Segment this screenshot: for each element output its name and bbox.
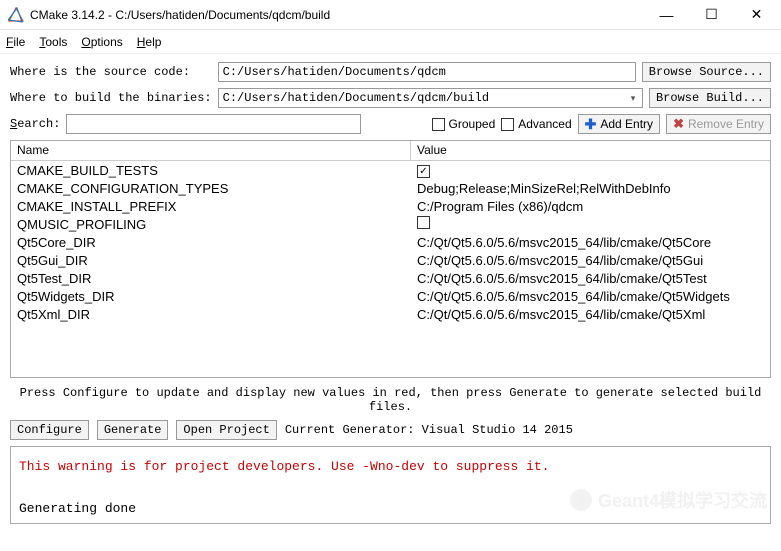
open-project-button[interactable]: Open Project bbox=[176, 420, 276, 440]
cache-name: CMAKE_BUILD_TESTS bbox=[11, 163, 411, 178]
cache-row[interactable]: Qt5Xml_DIRC:/Qt/Qt5.6.0/5.6/msvc2015_64/… bbox=[11, 305, 770, 323]
cache-name: Qt5Widgets_DIR bbox=[11, 289, 411, 304]
close-button[interactable]: ✕ bbox=[734, 0, 779, 29]
current-generator-text: Current Generator: Visual Studio 14 2015 bbox=[285, 423, 573, 437]
browse-build-button[interactable]: Browse Build... bbox=[649, 88, 771, 108]
log-done-line: Generating done bbox=[19, 499, 762, 520]
plus-icon: ✚ bbox=[585, 116, 597, 133]
menu-options[interactable]: Options bbox=[81, 35, 122, 49]
cache-value[interactable]: Debug;Release;MinSizeRel;RelWithDebInfo bbox=[411, 181, 770, 196]
remove-entry-button[interactable]: ✖Remove Entry bbox=[666, 114, 771, 134]
cache-row[interactable]: Qt5Gui_DIRC:/Qt/Qt5.6.0/5.6/msvc2015_64/… bbox=[11, 251, 770, 269]
cache-row[interactable]: CMAKE_INSTALL_PREFIXC:/Program Files (x8… bbox=[11, 197, 770, 215]
cache-value[interactable]: C:/Qt/Qt5.6.0/5.6/msvc2015_64/lib/cmake/… bbox=[411, 253, 770, 268]
hint-text: Press Configure to update and display ne… bbox=[10, 382, 771, 420]
menu-tools[interactable]: Tools bbox=[39, 35, 67, 49]
cache-value[interactable]: C:/Qt/Qt5.6.0/5.6/msvc2015_64/lib/cmake/… bbox=[411, 289, 770, 304]
grouped-checkbox[interactable]: Grouped bbox=[432, 117, 496, 131]
cache-value[interactable]: ✓ bbox=[411, 162, 770, 179]
cache-list: Name Value CMAKE_BUILD_TESTS✓CMAKE_CONFI… bbox=[10, 140, 771, 378]
cache-row[interactable]: Qt5Widgets_DIRC:/Qt/Qt5.6.0/5.6/msvc2015… bbox=[11, 287, 770, 305]
chevron-down-icon[interactable]: ▾ bbox=[625, 90, 641, 106]
app-icon bbox=[8, 7, 24, 23]
configure-button[interactable]: Configure bbox=[10, 420, 89, 440]
cache-name: Qt5Xml_DIR bbox=[11, 307, 411, 322]
cache-row[interactable]: Qt5Test_DIRC:/Qt/Qt5.6.0/5.6/msvc2015_64… bbox=[11, 269, 770, 287]
add-entry-button[interactable]: ✚Add Entry bbox=[578, 114, 660, 134]
source-input[interactable] bbox=[218, 62, 636, 82]
cache-row[interactable]: QMUSIC_PROFILING bbox=[11, 215, 770, 233]
cache-row[interactable]: CMAKE_CONFIGURATION_TYPESDebug;Release;M… bbox=[11, 179, 770, 197]
column-value-header[interactable]: Value bbox=[411, 141, 770, 160]
x-icon: ✖ bbox=[673, 116, 684, 132]
cache-value[interactable]: C:/Qt/Qt5.6.0/5.6/msvc2015_64/lib/cmake/… bbox=[411, 307, 770, 322]
value-checkbox[interactable]: ✓ bbox=[417, 165, 430, 178]
build-input[interactable] bbox=[218, 88, 643, 108]
column-name-header[interactable]: Name bbox=[11, 141, 411, 160]
generate-button[interactable]: Generate bbox=[97, 420, 169, 440]
cache-name: CMAKE_INSTALL_PREFIX bbox=[11, 199, 411, 214]
cache-value[interactable] bbox=[411, 216, 770, 232]
cache-value[interactable]: C:/Program Files (x86)/qdcm bbox=[411, 199, 770, 214]
menu-bar: File Tools Options Help bbox=[0, 30, 781, 54]
cache-value[interactable]: C:/Qt/Qt5.6.0/5.6/msvc2015_64/lib/cmake/… bbox=[411, 235, 770, 250]
value-checkbox[interactable] bbox=[417, 216, 430, 229]
log-output[interactable]: This warning is for project developers. … bbox=[10, 446, 771, 524]
cache-name: Qt5Gui_DIR bbox=[11, 253, 411, 268]
minimize-button[interactable]: — bbox=[644, 0, 689, 29]
advanced-checkbox[interactable]: Advanced bbox=[501, 117, 571, 131]
search-input[interactable] bbox=[66, 114, 361, 134]
cache-row[interactable]: Qt5Core_DIRC:/Qt/Qt5.6.0/5.6/msvc2015_64… bbox=[11, 233, 770, 251]
menu-file[interactable]: File bbox=[6, 35, 25, 49]
browse-source-button[interactable]: Browse Source... bbox=[642, 62, 771, 82]
title-bar: CMake 3.14.2 - C:/Users/hatiden/Document… bbox=[0, 0, 781, 30]
cache-name: CMAKE_CONFIGURATION_TYPES bbox=[11, 181, 411, 196]
cache-name: QMUSIC_PROFILING bbox=[11, 217, 411, 232]
maximize-button[interactable]: ☐ bbox=[689, 0, 734, 29]
build-label: Where to build the binaries: bbox=[10, 91, 212, 105]
source-label: Where is the source code: bbox=[10, 65, 212, 79]
search-label: Search: bbox=[10, 117, 60, 131]
log-warning-line: This warning is for project developers. … bbox=[19, 457, 762, 478]
cache-row[interactable]: CMAKE_BUILD_TESTS ✓ bbox=[11, 161, 770, 179]
cache-name: Qt5Test_DIR bbox=[11, 271, 411, 286]
cache-value[interactable]: C:/Qt/Qt5.6.0/5.6/msvc2015_64/lib/cmake/… bbox=[411, 271, 770, 286]
window-title: CMake 3.14.2 - C:/Users/hatiden/Document… bbox=[30, 8, 644, 22]
menu-help[interactable]: Help bbox=[137, 35, 162, 49]
cache-name: Qt5Core_DIR bbox=[11, 235, 411, 250]
